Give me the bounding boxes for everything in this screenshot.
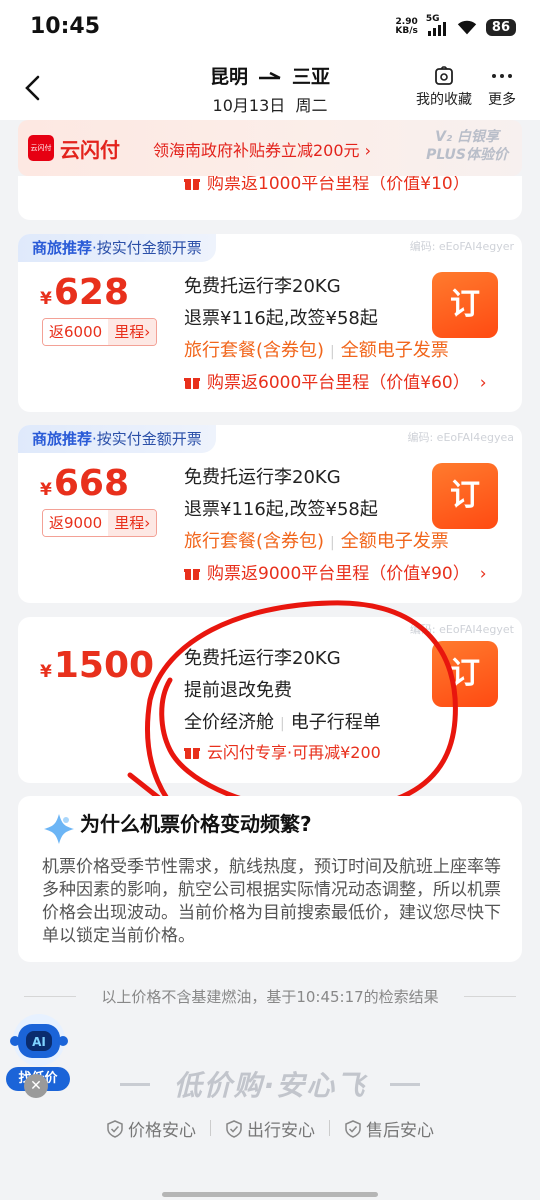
guarantee-item: 价格安心 [106,1116,196,1141]
shield-check-icon [226,1119,242,1138]
sparkle-info-icon [44,814,74,844]
slogan: 低价购·安心飞 [173,1069,367,1102]
search-footnote: 以上价格不含基建燃油，基于10:45:17的检索结果 [0,986,540,1007]
guarantee-item: 售后安心 [344,1116,434,1141]
shield-check-icon [345,1119,361,1138]
guarantee-row: 价格安心 出行安心 售后安心 [0,1116,540,1141]
info-title: 为什么机票价格变动频繁? [80,812,312,836]
price-info-card: 为什么机票价格变动频繁? 机票价格受季节性需求，航线热度，预订时间及航班上座率等… [18,796,522,962]
home-indicator[interactable] [162,1192,378,1197]
guarantee-item: 出行安心 [225,1116,315,1141]
red-circle-annotation [127,600,458,843]
shield-check-icon [107,1119,123,1138]
svg-text:AI: AI [32,1035,46,1049]
info-body: 机票价格受季节性需求，航线热度，预订时间及航班上座率等多种因素的影响，航空公司根… [42,857,501,946]
slogan-divider [390,1083,420,1086]
